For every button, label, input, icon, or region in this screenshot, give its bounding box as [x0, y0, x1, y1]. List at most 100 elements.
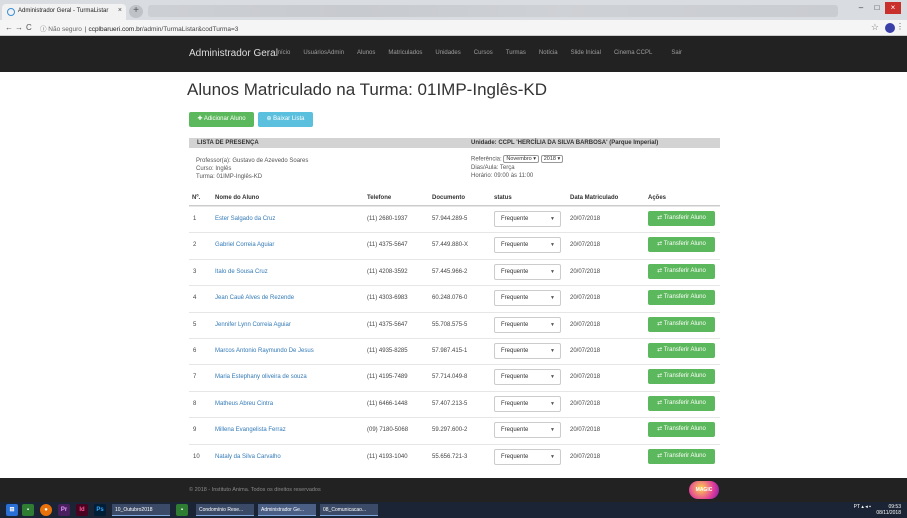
year-select[interactable]: 2018 ▾ — [540, 155, 564, 163]
not-secure-indicator[interactable]: ⓘ Não seguro — [40, 26, 82, 33]
cell-phone: (11) 4208-3592 — [367, 268, 408, 275]
student-name-link[interactable]: Matheus Abreu Cintra — [215, 401, 273, 407]
forward-arrow-icon[interactable]: → — [15, 23, 23, 32]
reference-row: Referência: Novembro ▾ 2018 ▾ — [471, 155, 564, 164]
status-select[interactable]: Frequente ▼ — [494, 237, 561, 254]
cell-document: 59.297.600-2 — [432, 427, 468, 434]
new-tab-button[interactable]: + — [129, 5, 143, 18]
chevron-down-icon: ▼ — [550, 453, 555, 460]
nav-link-noticia[interactable]: Notícia — [539, 50, 558, 56]
status-select-value: Frequente — [501, 453, 529, 460]
browser-tab-active[interactable]: Administrador Geral - TurmaListar × — [2, 4, 126, 20]
nav-link-sair[interactable]: Sair — [671, 50, 682, 56]
start-menu-icon[interactable]: ⊞ — [6, 504, 18, 516]
col-header-name: Nome do Aluno — [215, 195, 260, 201]
clock[interactable]: 09:53 08/11/2018 — [876, 504, 901, 516]
nav-link-matriculados[interactable]: Matriculados — [388, 50, 422, 56]
schedule-info: Referência: Novembro ▾ 2018 ▾ Dias/Aula:… — [471, 155, 564, 180]
back-arrow-icon[interactable]: ← — [5, 23, 13, 32]
cell-phone: (11) 4375-5647 — [367, 321, 408, 328]
cell-enroll-date: 20/07/2018 — [570, 453, 601, 460]
premiere-taskbar-icon[interactable]: Pr — [58, 504, 70, 516]
transfer-student-button[interactable]: ⇄ Transferir Aluno — [648, 263, 715, 279]
student-name-link[interactable]: Gabriel Correia Aguiar — [215, 242, 274, 248]
status-select[interactable]: Frequente ▼ — [494, 211, 561, 227]
month-select[interactable]: Novembro ▾ — [503, 155, 540, 163]
status-select[interactable]: Frequente ▼ — [494, 395, 561, 412]
transfer-student-button[interactable]: ⇄ Transferir Aluno — [648, 237, 715, 253]
transfer-student-button[interactable]: ⇄ Transferir Aluno — [648, 395, 715, 411]
cell-enroll-date: 20/07/2018 — [570, 348, 601, 354]
photoshop-taskbar-icon[interactable]: Ps — [94, 504, 106, 516]
cell-phone: (11) 4375-5647 — [367, 242, 408, 249]
chrome-taskbar-icon[interactable]: ● — [40, 504, 52, 516]
tray-language[interactable]: PT — [854, 504, 860, 510]
status-select[interactable]: Frequente ▼ — [494, 290, 561, 307]
nav-link-unidades[interactable]: Unidades — [435, 50, 460, 56]
maximize-icon[interactable]: □ — [869, 2, 885, 14]
student-name-link[interactable]: Nataly da Silva Carvalho — [215, 454, 281, 460]
explorer-taskbar-icon[interactable]: ▪ — [22, 504, 34, 516]
taskbar-folder-item[interactable]: 10_Outubro2018 — [112, 504, 170, 516]
window-close-icon[interactable]: × — [885, 2, 901, 14]
status-select[interactable]: Frequente ▼ — [494, 369, 561, 386]
nav-link-usuarios-admin[interactable]: UsuáriosAdmin — [303, 50, 344, 56]
cell-document: 57.445.966-2 — [432, 268, 468, 275]
student-name-link[interactable]: Jean Cauê Alves de Rezende — [215, 295, 294, 301]
download-list-button[interactable]: ⊕ Baixar Lista — [258, 112, 313, 127]
student-name-link[interactable]: Jennifer Lynn Correia Aguiar — [215, 322, 291, 328]
student-name-link[interactable]: Maria Estephany oliveira de souza — [215, 374, 307, 380]
nav-link-turmas[interactable]: Turmas — [506, 50, 526, 56]
url-field[interactable]: ⓘ Não seguro | ccplbarueri.com.br/admin/T… — [40, 23, 238, 33]
status-select[interactable]: Frequente ▼ — [494, 343, 561, 359]
student-name-link[interactable]: Ester Salgado da Cruz — [215, 216, 275, 222]
indesign-taskbar-icon[interactable]: Id — [76, 504, 88, 516]
chevron-down-icon: ▼ — [550, 348, 555, 354]
status-select[interactable]: Frequente ▼ — [494, 448, 561, 465]
row-divider — [189, 390, 720, 392]
add-student-button[interactable]: ✚ Adicionar Aluno — [189, 112, 254, 127]
status-select[interactable]: Frequente ▼ — [494, 316, 561, 333]
col-header-date: Data Matriculado — [570, 195, 619, 201]
cell-enroll-date: 20/07/2018 — [570, 268, 601, 275]
reload-icon[interactable]: C — [26, 23, 32, 32]
nav-link-cinema[interactable]: Cinema CCPL — [614, 50, 652, 56]
taskbar-chrome-item-2[interactable]: Administrador Ge... — [258, 504, 316, 516]
transfer-student-button[interactable]: ⇄ Transferir Aluno — [648, 448, 715, 464]
app-taskbar-icon[interactable]: ▪ — [176, 504, 188, 516]
table-row: 9 Millena Evangelista Ferraz (09) 7180-506… — [0, 417, 907, 443]
transfer-student-button[interactable]: ⇄ Transferir Aluno — [648, 316, 715, 332]
nav-link-slide-inicial[interactable]: Slide Inicial — [571, 50, 601, 56]
student-name-link[interactable]: Marcos Antonio Raymundo De Jesus — [215, 348, 314, 354]
cell-number: 5 — [193, 321, 197, 328]
background-tabs[interactable] — [148, 5, 838, 17]
student-name-link[interactable]: Millena Evangelista Ferraz — [215, 427, 286, 433]
system-tray[interactable]: PT ▴ ◂ ▪ 09:53 08/11/2018 — [854, 504, 901, 516]
bookmark-star-icon[interactable]: ☆ — [871, 22, 879, 33]
transfer-student-button[interactable]: ⇄ Transferir Aluno — [648, 343, 715, 358]
student-name-link[interactable]: Italo de Sousa Cruz — [215, 269, 268, 275]
col-header-status: status — [494, 195, 512, 201]
url-host: ccplbarueri.com.br — [88, 26, 142, 33]
tab-close-icon[interactable]: × — [118, 7, 122, 14]
tray-icons[interactable]: ▴ ◂ ▪ — [861, 504, 871, 510]
taskbar-word-item[interactable]: 08_Comunicacao... — [320, 504, 378, 516]
transfer-student-button[interactable]: ⇄ Transferir Aluno — [648, 211, 715, 226]
profile-avatar-icon[interactable] — [885, 23, 895, 33]
transfer-student-button[interactable]: ⇄ Transferir Aluno — [648, 369, 715, 385]
nav-link-inicio[interactable]: Início — [276, 50, 290, 56]
transfer-student-button[interactable]: ⇄ Transferir Aluno — [648, 290, 715, 306]
status-select-value: Frequente — [501, 216, 529, 222]
status-select[interactable]: Frequente ▼ — [494, 263, 561, 280]
row-divider — [189, 232, 720, 234]
cell-number: 7 — [193, 374, 197, 381]
minimize-icon[interactable]: – — [853, 2, 869, 14]
nav-link-cursos[interactable]: Cursos — [474, 50, 493, 56]
cell-number: 2 — [193, 242, 197, 249]
transfer-student-button[interactable]: ⇄ Transferir Aluno — [648, 422, 715, 438]
navbar-brand[interactable]: Administrador Geral — [189, 48, 278, 59]
status-select[interactable]: Frequente ▼ — [494, 422, 561, 439]
taskbar-chrome-item-1[interactable]: Condomínio Rese... — [196, 504, 254, 516]
browser-menu-icon[interactable]: ⋮ — [896, 22, 904, 31]
nav-link-alunos[interactable]: Alunos — [357, 50, 375, 56]
